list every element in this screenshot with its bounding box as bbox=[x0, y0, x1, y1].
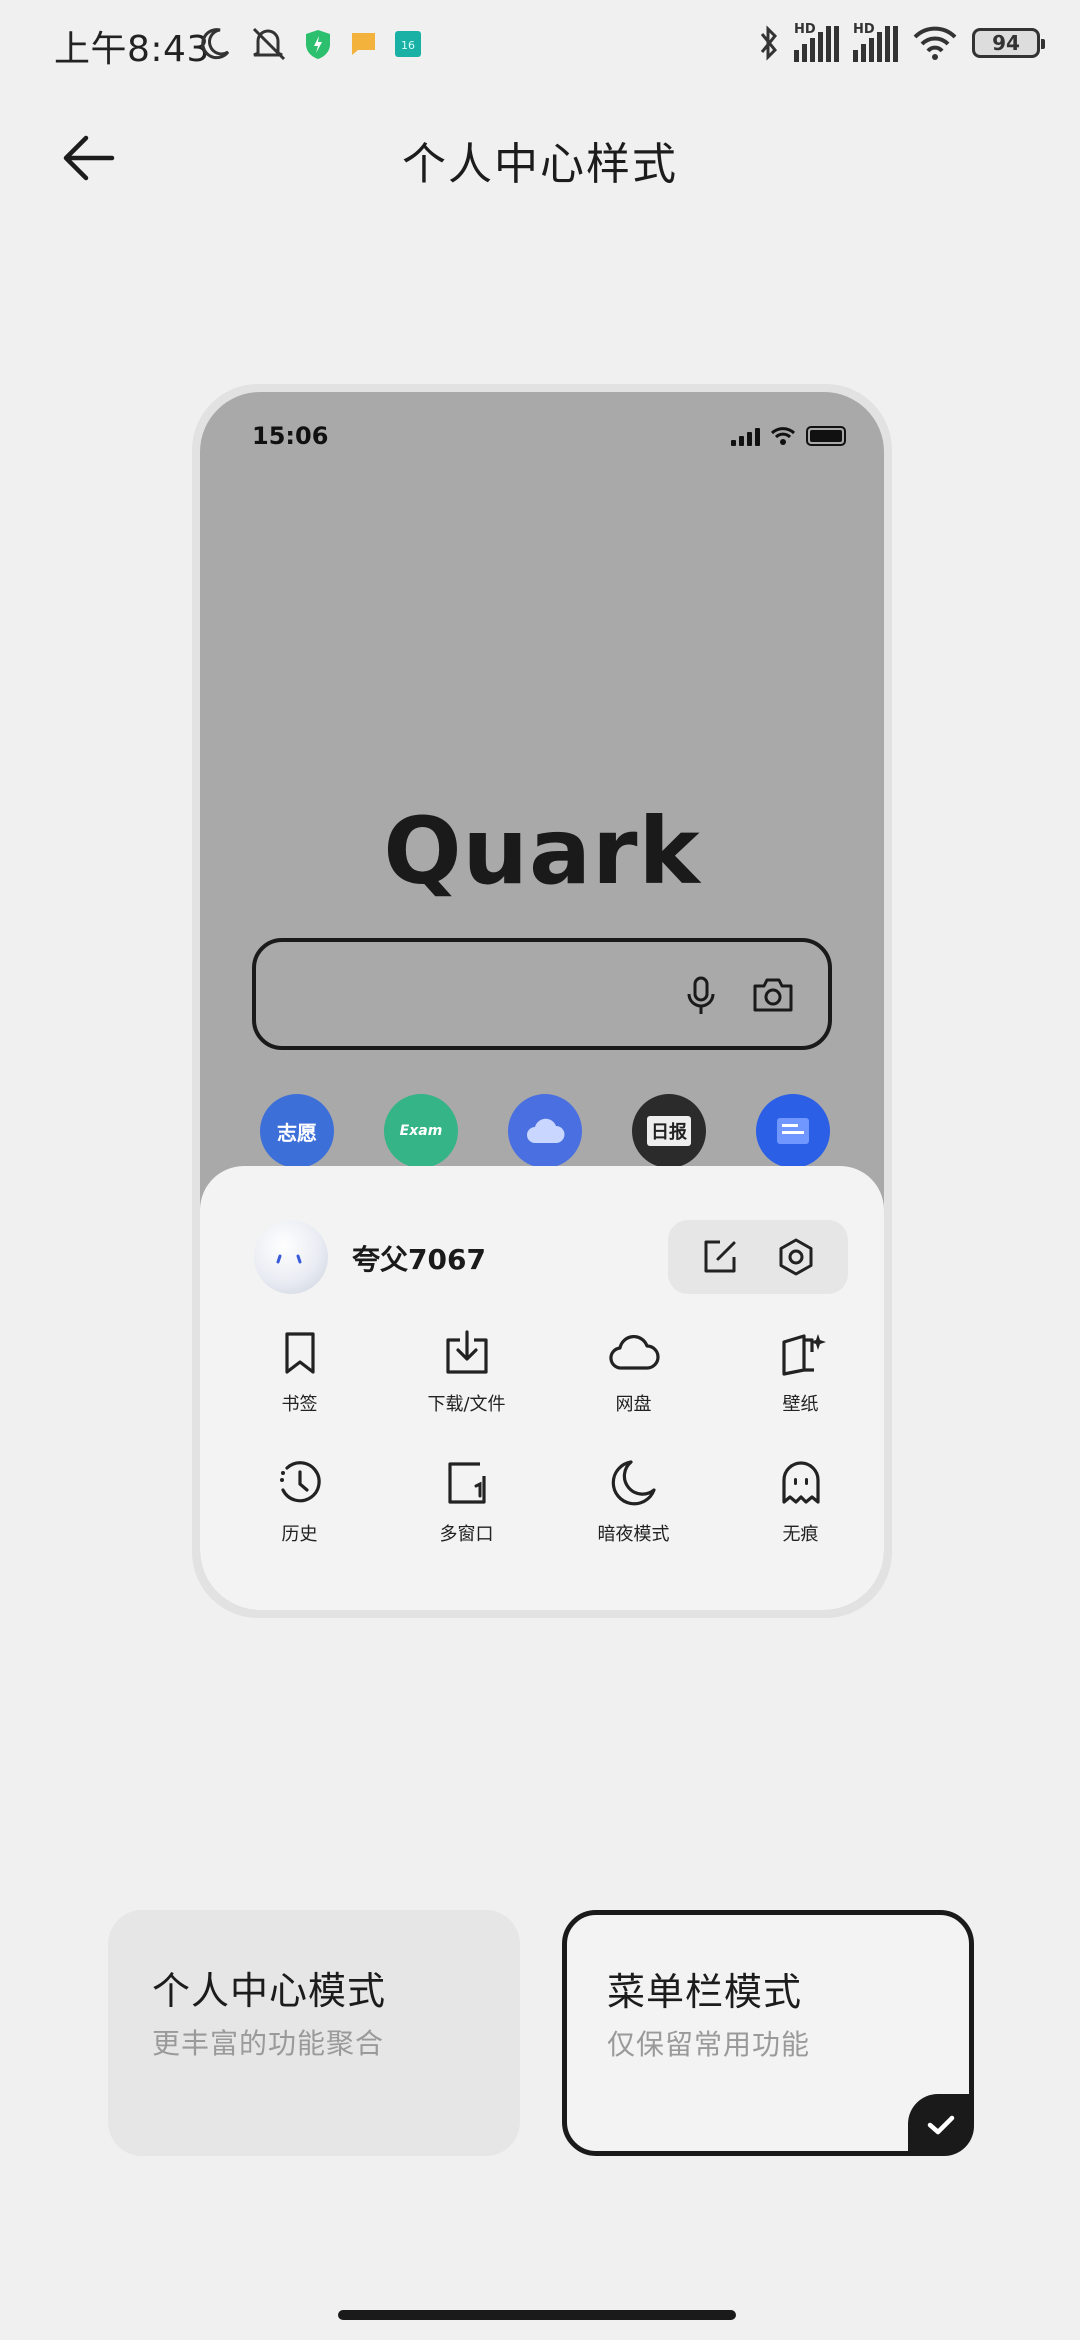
settings-icon bbox=[779, 1238, 813, 1276]
avatar bbox=[254, 1220, 328, 1294]
bookmark-icon bbox=[284, 1332, 315, 1374]
document-icon bbox=[777, 1118, 809, 1144]
menu-item-label: 下载/文件 bbox=[427, 1394, 506, 1415]
cloud-icon bbox=[608, 1335, 660, 1370]
mute-icon bbox=[252, 27, 286, 61]
status-left-icons: 16 bbox=[198, 24, 422, 64]
preview-wifi-icon bbox=[770, 427, 796, 445]
battery-icon: 94 bbox=[972, 28, 1045, 58]
mode-title: 个人中心模式 bbox=[152, 1969, 387, 2013]
menu-item-multi-window: 多窗口 bbox=[383, 1456, 550, 1546]
status-time: 上午8:43 bbox=[54, 29, 210, 70]
avatar-face-icon bbox=[276, 1254, 302, 1264]
message-icon bbox=[351, 33, 375, 55]
status-right-icons: HD HD 94 bbox=[758, 20, 1045, 66]
username: 夸父7067 bbox=[352, 1243, 486, 1276]
moon-icon bbox=[201, 28, 230, 60]
menu-item-label: 无痕 bbox=[782, 1524, 819, 1545]
menu-item-bookmark: 书签 bbox=[216, 1326, 383, 1416]
mode-option-menu-bar[interactable]: 菜单栏模式 仅保留常用功能 bbox=[562, 1910, 974, 2156]
home-indicator[interactable] bbox=[338, 2310, 736, 2320]
preview-screen: 15:06 Quark 志愿 Exam 日报 夸父7067 书签 下载/文件 网… bbox=[200, 392, 884, 1610]
bluetooth-icon bbox=[760, 25, 778, 61]
app-label: 志愿 bbox=[277, 1120, 317, 1145]
wallpaper-icon bbox=[781, 1334, 826, 1376]
menu-item-label: 网盘 bbox=[615, 1394, 652, 1415]
quark-logo: Quark bbox=[383, 798, 701, 905]
mode-option-personal-center[interactable]: 个人中心模式 更丰富的功能聚合 bbox=[108, 1910, 520, 2156]
moon-icon bbox=[611, 1460, 656, 1506]
selected-badge bbox=[908, 2094, 974, 2156]
preview-signal-icon bbox=[731, 426, 760, 446]
wifi-icon bbox=[913, 26, 957, 60]
camera-icon bbox=[753, 978, 793, 1012]
menu-item-dark-mode: 暗夜模式 bbox=[550, 1456, 717, 1546]
ghost-icon bbox=[781, 1461, 820, 1504]
status-bar: 上午8:43 16 HD HD 94 bbox=[0, 0, 1080, 90]
preview-time: 15:06 bbox=[252, 422, 329, 450]
app-label: 日报 bbox=[647, 1116, 691, 1146]
preview-search-bar bbox=[252, 938, 832, 1050]
menu-item-label: 书签 bbox=[281, 1394, 318, 1415]
mode-subtitle: 更丰富的功能聚合 bbox=[152, 2027, 385, 2060]
history-icon bbox=[279, 1461, 321, 1503]
hd-label-2: HD bbox=[853, 22, 875, 37]
preview-status-icons bbox=[731, 426, 846, 446]
check-icon bbox=[927, 2115, 955, 2135]
app-icon-cloud bbox=[508, 1094, 582, 1168]
app-icon-exam: Exam bbox=[384, 1094, 458, 1168]
battery-level: 94 bbox=[992, 31, 1020, 55]
menu-item-label: 历史 bbox=[281, 1524, 318, 1545]
menu-item-label: 壁纸 bbox=[782, 1394, 819, 1415]
calendar-badge-text: 16 bbox=[401, 39, 415, 52]
multi-window-icon bbox=[447, 1462, 486, 1504]
menu-grid: 书签 下载/文件 网盘 壁纸 历史 多窗口 暗夜模式 无痕 bbox=[216, 1326, 884, 1546]
signal-icon: HD bbox=[794, 22, 839, 62]
download-icon bbox=[445, 1330, 488, 1374]
preview-battery-icon bbox=[806, 426, 846, 446]
shield-icon bbox=[306, 30, 330, 59]
app-icon-doc bbox=[756, 1094, 830, 1168]
menu-item-wallpaper: 壁纸 bbox=[717, 1326, 884, 1416]
calendar-icon: 16 bbox=[395, 31, 421, 57]
signal-icon-2: HD bbox=[853, 22, 898, 62]
profile-actions bbox=[668, 1220, 848, 1294]
page-title: 个人中心样式 bbox=[402, 139, 678, 190]
menu-item-label: 暗夜模式 bbox=[597, 1524, 670, 1545]
menu-item-label: 多窗口 bbox=[439, 1524, 494, 1545]
cloud-icon bbox=[527, 1118, 565, 1143]
menu-item-history: 历史 bbox=[216, 1456, 383, 1546]
preview-app-row: 志愿 Exam 日报 bbox=[260, 1094, 830, 1168]
mode-title: 菜单栏模式 bbox=[607, 1970, 803, 2014]
app-icon-daily: 日报 bbox=[632, 1094, 706, 1168]
style-preview: 15:06 Quark 志愿 Exam 日报 夸父7067 书签 下载/文件 网… bbox=[192, 384, 892, 1618]
menu-item-incognito: 无痕 bbox=[717, 1456, 884, 1546]
menu-item-cloud: 网盘 bbox=[550, 1326, 717, 1416]
edit-icon bbox=[704, 1240, 736, 1273]
app-label: Exam bbox=[399, 1123, 443, 1139]
hd-label: HD bbox=[794, 22, 816, 37]
microphone-icon bbox=[687, 976, 715, 1014]
app-icon-volunteer: 志愿 bbox=[260, 1094, 334, 1168]
menu-sheet: 夸父7067 书签 下载/文件 网盘 壁纸 历史 多窗口 暗夜模式 无痕 bbox=[200, 1166, 884, 1610]
mode-subtitle: 仅保留常用功能 bbox=[607, 2028, 811, 2061]
menu-item-download: 下载/文件 bbox=[383, 1326, 550, 1416]
